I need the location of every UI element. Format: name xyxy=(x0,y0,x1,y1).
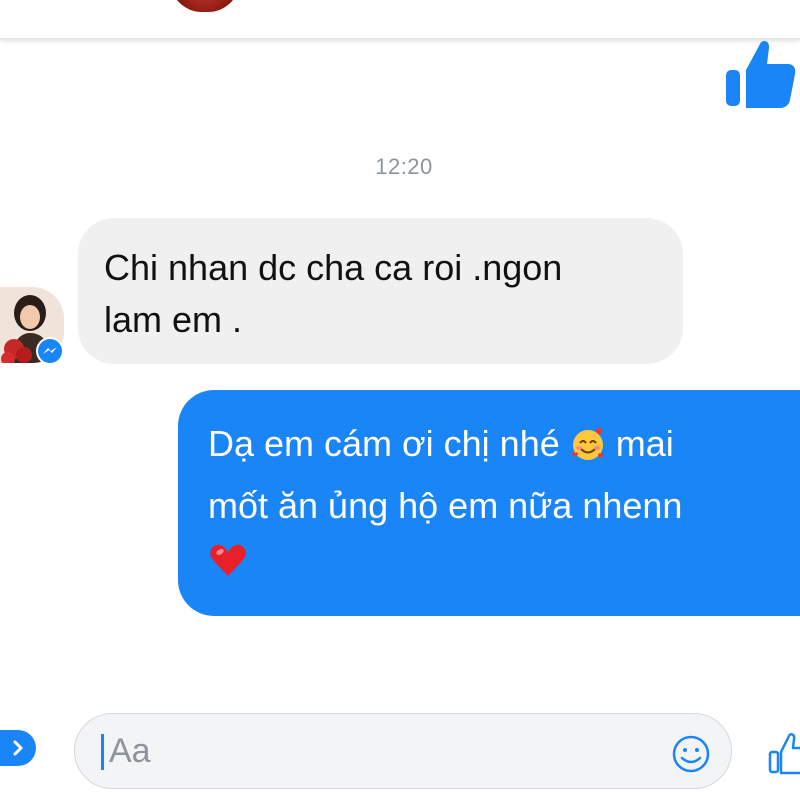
incoming-message-bubble[interactable]: Chi nhan dc cha ca roi .ngon lam em . xyxy=(78,218,683,364)
smile-icon[interactable] xyxy=(671,734,711,774)
outgoing-text: mai xyxy=(615,423,674,464)
message-input[interactable]: Aa xyxy=(74,713,732,789)
red-heart-icon xyxy=(208,540,248,596)
message-timestamp: 12:20 xyxy=(375,154,433,179)
message-input-placeholder: Aa xyxy=(109,732,151,770)
thumbs-up-icon[interactable] xyxy=(766,730,800,776)
incoming-message-line: Chi nhan dc cha ca roi .ngon xyxy=(104,247,563,288)
text-caret xyxy=(101,734,104,770)
outgoing-message-line-1: Dạ em cám ơi chị nhé mai xyxy=(208,416,780,478)
outgoing-message-bubble[interactable]: Dạ em cám ơi chị nhé mai mốt ăn ủng hộ e… xyxy=(178,390,800,616)
outgoing-message-line-2: mốt ăn ủng hộ em nữa nhenn xyxy=(208,485,683,526)
header-avatar[interactable] xyxy=(170,0,240,12)
messenger-icon xyxy=(36,337,64,365)
chat-screen: 12:20 Chi nhan dc cha ca roi .ngon lam e… xyxy=(0,0,800,800)
chat-header xyxy=(0,0,800,39)
sender-avatar-wrap[interactable] xyxy=(0,287,66,365)
thumbs-up-icon xyxy=(722,36,796,110)
outgoing-text: Dạ em cám ơi chị nhé xyxy=(208,423,560,464)
outgoing-message-line-3 xyxy=(208,534,780,596)
smiling-face-with-hearts-icon xyxy=(570,422,606,478)
incoming-message-line: lam em . xyxy=(104,299,243,340)
chevron-right-icon[interactable] xyxy=(0,730,36,766)
